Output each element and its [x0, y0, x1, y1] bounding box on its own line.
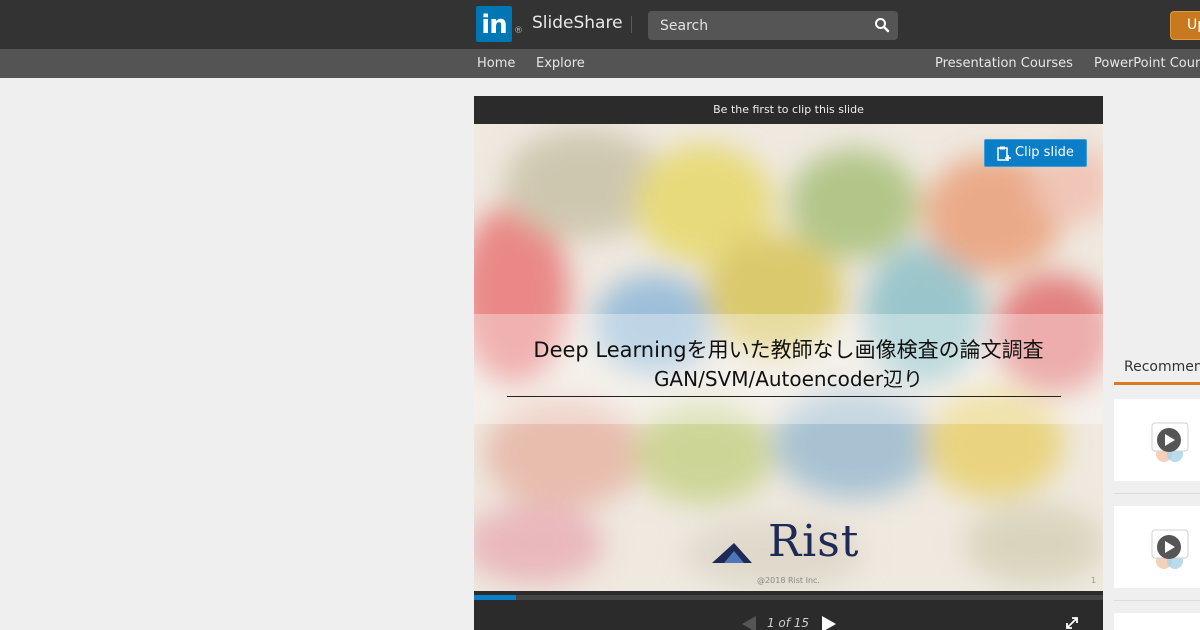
search-input[interactable]: [648, 11, 868, 40]
slide-title-underline: [507, 396, 1061, 397]
top-bar: in ® SlideShare Up: [0, 0, 1200, 49]
clip-header-text: Be the first to clip this slide: [713, 103, 864, 116]
clipboard-plus-icon: [997, 146, 1011, 161]
recommended-item[interactable]: [1114, 506, 1200, 588]
slide-title: Deep Learningを用いた教師なし画像検査の論文調査: [533, 338, 1044, 362]
recommended-divider: [1114, 600, 1200, 601]
slide-player: Be the first to clip this slide Deep Lea…: [474, 96, 1103, 630]
slide-image[interactable]: Deep Learningを用いた教師なし画像検査の論文調査 GAN/SVM/A…: [474, 124, 1103, 591]
recommended-item[interactable]: [1114, 399, 1200, 481]
recommended-item[interactable]: [1114, 613, 1200, 630]
progress-fill: [474, 595, 516, 600]
sub-nav: Home Explore Presentation Courses PowerP…: [0, 49, 1200, 78]
previous-slide-button[interactable]: [740, 615, 758, 630]
recommended-divider: [1114, 493, 1200, 494]
nav-presentation-courses[interactable]: Presentation Courses: [935, 49, 1073, 78]
search-icon[interactable]: [874, 17, 890, 33]
nav-home[interactable]: Home: [477, 49, 515, 78]
clip-slide-label: Clip slide: [1015, 145, 1074, 160]
progress-bar[interactable]: [474, 595, 1103, 600]
nav-powerpoint-courses[interactable]: PowerPoint Cour: [1094, 49, 1200, 78]
page-counter: 1 of 15: [766, 616, 810, 630]
registered-mark: ®: [514, 26, 523, 36]
nav-explore[interactable]: Explore: [536, 49, 585, 78]
fullscreen-icon[interactable]: [1064, 615, 1080, 630]
slide-copyright: @2018 Rist Inc.: [757, 576, 820, 585]
brand-name[interactable]: SlideShare: [532, 13, 623, 33]
brand-divider: [631, 16, 632, 33]
course-thumbnail-icon: [1151, 529, 1189, 569]
rist-logo-mark-icon: [712, 543, 752, 563]
search-box: [648, 11, 898, 40]
slide-page-mark: 1: [1091, 576, 1097, 585]
slide-subtitle: GAN/SVM/Autoencoder辺り: [653, 367, 924, 391]
rist-logo-text: Rist: [768, 516, 860, 567]
next-slide-button[interactable]: [820, 615, 838, 630]
course-thumbnail-icon: [1151, 422, 1189, 462]
upload-button[interactable]: Up: [1170, 11, 1200, 40]
clip-slide-button[interactable]: Clip slide: [984, 139, 1087, 167]
linkedin-logo[interactable]: in: [476, 6, 512, 42]
tab-recommended[interactable]: Recommen: [1114, 354, 1200, 385]
